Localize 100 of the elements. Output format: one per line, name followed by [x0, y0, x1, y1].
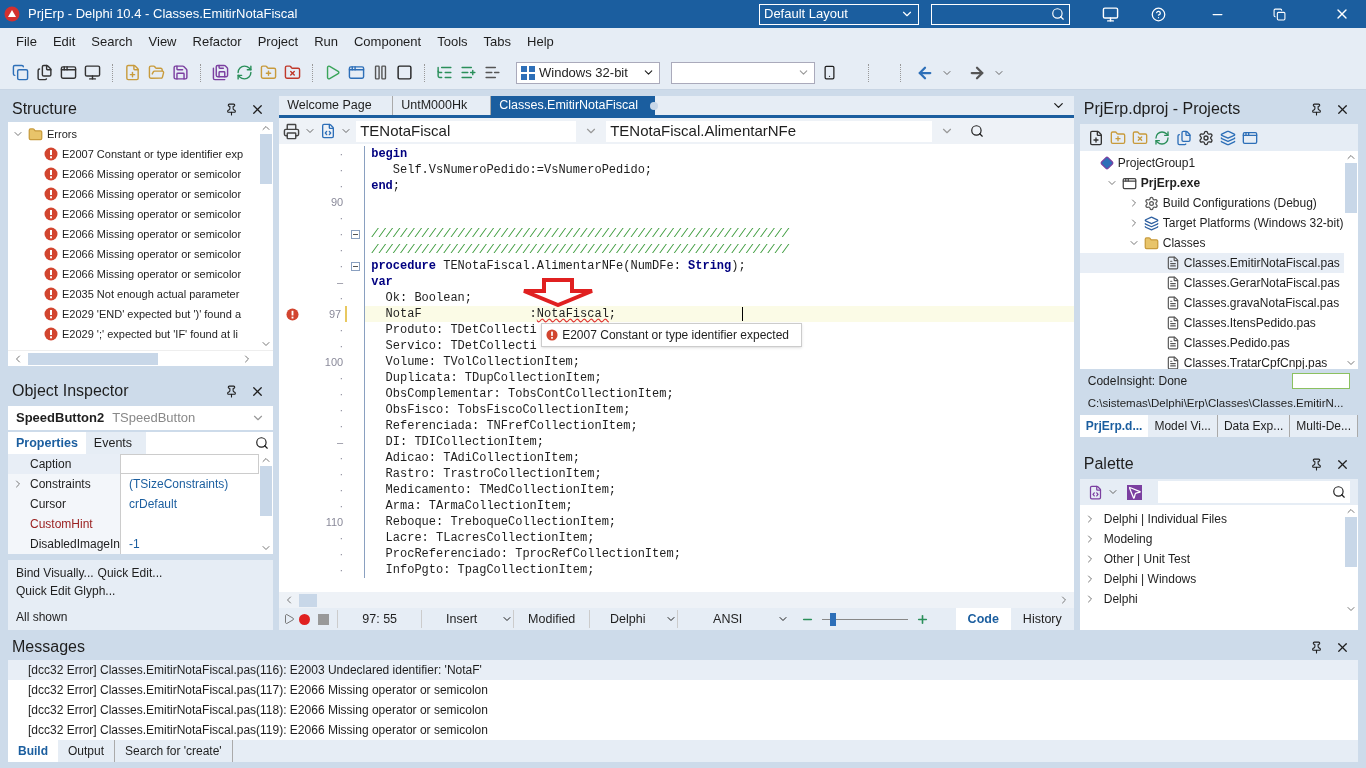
- scroll-thumb[interactable]: [299, 593, 318, 607]
- menu-item[interactable]: Refactor: [184, 32, 250, 52]
- tree-item[interactable]: Classes.EmitirNotaFiscal.pas: [1079, 253, 1344, 273]
- menu-item[interactable]: Run: [306, 32, 346, 52]
- panel-tab[interactable]: Data Exp...: [1217, 415, 1291, 437]
- action-link[interactable]: Quick Edit...: [97, 564, 163, 582]
- tree-item[interactable]: E2066 Missing operator or semicolor: [8, 164, 260, 184]
- restore-icon[interactable]: [1273, 7, 1286, 21]
- tree-item[interactable]: E2035 Not enough actual parameter: [8, 284, 260, 304]
- pin-icon[interactable]: [1310, 102, 1323, 116]
- layout-dropdown[interactable]: Default Layout: [759, 3, 919, 25]
- view-tab[interactable]: Code: [955, 608, 1011, 630]
- inspector-tab[interactable]: Events: [85, 432, 141, 454]
- menu-item[interactable]: Tabs: [475, 32, 520, 52]
- language-selector[interactable]: Delphi: [589, 609, 666, 629]
- search-field[interactable]: [931, 3, 1070, 25]
- view-tab[interactable]: History: [1010, 608, 1074, 630]
- zoom-in-icon[interactable]: [916, 612, 930, 626]
- tree-item[interactable]: E2029 ';' expected but 'IF' found at li: [8, 324, 260, 344]
- pin-icon[interactable]: [1310, 640, 1323, 654]
- messages-tab[interactable]: Build: [8, 740, 58, 762]
- monitor-icon[interactable]: [1102, 5, 1119, 23]
- menu-item[interactable]: File: [8, 32, 45, 52]
- scrollbar[interactable]: [8, 350, 274, 366]
- record-icon[interactable]: [299, 613, 311, 625]
- tree-item[interactable]: Classes.TratarCpfCnpj.pas: [1079, 353, 1344, 369]
- menu-item[interactable]: Edit: [44, 32, 84, 52]
- toolbar-icon[interactable]: [1197, 129, 1214, 146]
- tree-item[interactable]: Errors: [8, 124, 260, 144]
- tree-item[interactable]: E2066 Missing operator or semicolor: [8, 184, 260, 204]
- tree-item[interactable]: E2007 Constant or type identifier exp: [8, 144, 260, 164]
- tree-item[interactable]: E2066 Missing operator or semicolor: [8, 244, 260, 264]
- property-row[interactable]: Cursor crDefault: [8, 494, 260, 514]
- device-dropdown[interactable]: [671, 61, 815, 84]
- toolbar-icon[interactable]: [396, 64, 413, 81]
- tree-item[interactable]: E2066 Missing operator or semicolor: [8, 264, 260, 284]
- tree-item[interactable]: Classes.gravaNotaFiscal.pas: [1079, 293, 1344, 313]
- platform-dropdown[interactable]: Windows 32-bit: [516, 61, 660, 84]
- tree-item[interactable]: PrjErp.exe: [1079, 173, 1344, 193]
- tree-item[interactable]: Classes.GerarNotaFiscal.pas: [1079, 273, 1344, 293]
- scrollbar[interactable]: [279, 592, 1074, 608]
- toolbar-icon[interactable]: [1087, 129, 1104, 146]
- toolbar-icon[interactable]: [60, 64, 77, 81]
- play-icon[interactable]: [283, 613, 296, 625]
- encoding-selector[interactable]: ANSI: [677, 609, 778, 629]
- messages-tab[interactable]: Output: [58, 740, 116, 762]
- menu-item[interactable]: Search: [83, 32, 141, 52]
- method-selector[interactable]: TENotaFiscal.AlimentarNFe: [606, 120, 933, 142]
- toolbar-icon[interactable]: [212, 64, 229, 81]
- action-link[interactable]: Quick Edit Glyph...: [16, 582, 266, 600]
- menu-item[interactable]: View: [140, 32, 185, 52]
- stop-icon[interactable]: [318, 613, 330, 625]
- tree-item[interactable]: ProjectGroup1: [1079, 153, 1344, 173]
- tree-item[interactable]: Build Configurations (Debug): [1079, 193, 1344, 213]
- help-icon[interactable]: [1151, 6, 1166, 22]
- tree-item[interactable]: E2066 Missing operator or semicolor: [8, 204, 260, 224]
- editor-tab[interactable]: Classes.EmitirNotaFiscal: [491, 96, 656, 115]
- scroll-thumb[interactable]: [1345, 163, 1357, 213]
- panel-tab[interactable]: Model Vi...: [1148, 415, 1218, 437]
- toolbar-icon[interactable]: [172, 64, 189, 81]
- scroll-thumb[interactable]: [260, 134, 273, 184]
- panel-tab[interactable]: Multi-De...: [1290, 415, 1358, 437]
- property-search-field[interactable]: [146, 432, 274, 454]
- tree-item[interactable]: Classes.Pedido.pas: [1079, 333, 1344, 353]
- scroll-thumb[interactable]: [1345, 517, 1357, 567]
- toolbar-icon[interactable]: [36, 64, 53, 81]
- toolbar-icon[interactable]: [84, 64, 101, 81]
- tree-item[interactable]: E2066 Missing operator or semicolor: [8, 224, 260, 244]
- slider-thumb[interactable]: [829, 612, 836, 626]
- tree-item[interactable]: Classes: [1079, 233, 1344, 253]
- fold-toggle-icon[interactable]: [351, 261, 361, 271]
- message-row[interactable]: [dcc32 Error] Classes.EmitirNotaFiscal.pas(117): E2066 Missing operator or semicolon: [8, 680, 1358, 700]
- palette-category[interactable]: Other | Unit Test: [1079, 549, 1344, 569]
- tree-item[interactable]: Classes.ItensPedido.pas: [1079, 313, 1344, 333]
- message-row[interactable]: [dcc32 Error] Classes.EmitirNotaFiscal.pas(116): E2003 Undeclared identifier: 'NotaF': [8, 660, 1358, 680]
- class-selector[interactable]: TENotaFiscal: [356, 120, 577, 142]
- tree-item[interactable]: E2029 'END' expected but ')' found a: [8, 304, 260, 324]
- property-row[interactable]: CustomHint: [8, 514, 260, 534]
- inspector-tab[interactable]: Properties: [8, 432, 86, 454]
- fold-toggle-icon[interactable]: [351, 229, 361, 239]
- message-row[interactable]: [dcc32 Error] Classes.EmitirNotaFiscal.pas(118): E2066 Missing operator or semicolon: [8, 700, 1358, 720]
- pin-icon[interactable]: [1310, 457, 1323, 471]
- menu-item[interactable]: Project: [249, 32, 307, 52]
- messages-tab[interactable]: Search for 'create': [115, 740, 233, 762]
- toolbar-icon[interactable]: [372, 64, 389, 81]
- editor-tab[interactable]: Welcome Page: [279, 96, 394, 115]
- component-icon[interactable]: [283, 122, 301, 140]
- action-link[interactable]: Bind Visually...: [16, 564, 94, 582]
- panel-tab[interactable]: PrjErp.d...: [1079, 415, 1149, 437]
- insert-mode[interactable]: Insert: [421, 609, 502, 629]
- palette-category[interactable]: Delphi | Individual Files: [1079, 509, 1344, 529]
- tree-item[interactable]: Target Platforms (Windows 32-bit): [1079, 213, 1344, 233]
- palette-category[interactable]: Modeling: [1079, 529, 1344, 549]
- property-row[interactable]: DisabledImageIn -1: [8, 534, 260, 554]
- menu-item[interactable]: Tools: [429, 32, 476, 52]
- pointer-icon[interactable]: [1126, 484, 1142, 500]
- property-row[interactable]: Constraints (TSizeConstraints): [8, 474, 260, 494]
- scroll-thumb[interactable]: [260, 466, 273, 516]
- device-icon[interactable]: [822, 64, 837, 81]
- scroll-thumb[interactable]: [28, 352, 158, 365]
